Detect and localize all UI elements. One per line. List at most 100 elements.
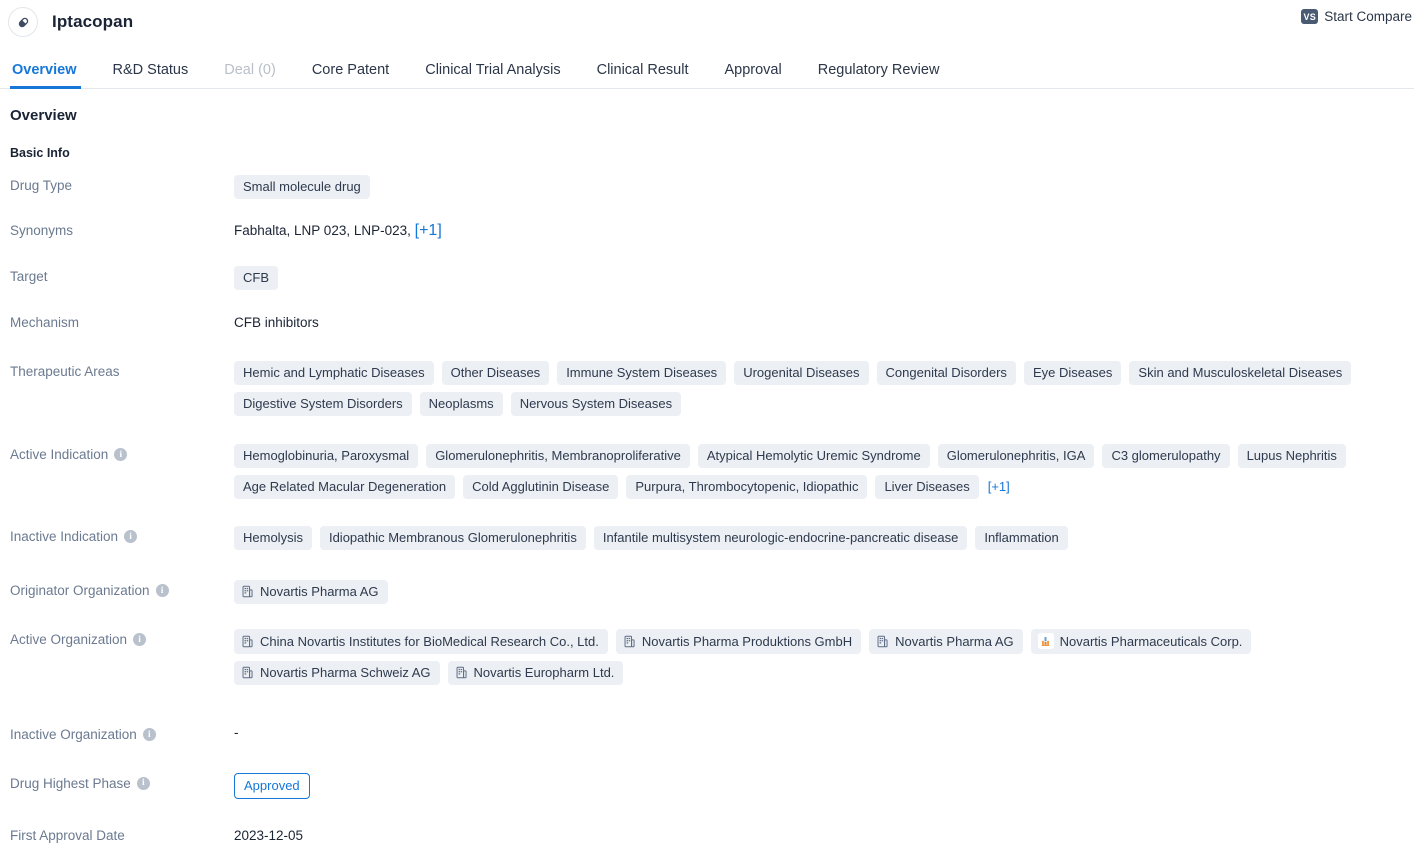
tag-item[interactable]: Infantile multisystem neurologic-endocri…: [593, 526, 968, 550]
value-drug-type: Small molecule drug: [234, 174, 1406, 199]
building-icon: [876, 635, 889, 648]
building-icon: [241, 585, 254, 598]
organization-chip[interactable]: Novartis Pharmaceuticals Corp.: [1030, 629, 1252, 654]
value-therapeutic-areas: Hemic and Lymphatic Diseases Other Disea…: [234, 360, 1406, 416]
organization-chip[interactable]: Novartis Europharm Ltd.: [447, 661, 624, 685]
label-inactive-organization: Inactive Organization i: [10, 723, 234, 744]
tag-item[interactable]: Other Diseases: [441, 361, 550, 385]
active-organization-list: China Novartis Institutes for BioMedical…: [234, 629, 1406, 685]
tag-item[interactable]: Hemolysis: [234, 526, 312, 550]
field-row-synonyms: Synonyms Fabhalta, LNP 023, LNP-023, [+1…: [10, 219, 1406, 242]
tab-bar: Overview R&D Status Deal (0) Core Patent…: [0, 44, 1414, 89]
label-text: Target: [10, 269, 48, 284]
originator-organization-list: Novartis Pharma AG: [234, 580, 1406, 604]
organization-chip[interactable]: Novartis Pharma Schweiz AG: [234, 661, 440, 685]
tag-item[interactable]: CFB: [234, 266, 278, 290]
value-first-approval-date: 2023-12-05: [234, 824, 1406, 847]
info-icon[interactable]: i: [133, 633, 147, 647]
therapeutic-areas-tag-list: Hemic and Lymphatic Diseases Other Disea…: [234, 361, 1406, 416]
field-row-therapeutic-areas: Therapeutic Areas Hemic and Lymphatic Di…: [10, 360, 1406, 416]
tag-item[interactable]: Hemic and Lymphatic Diseases: [234, 361, 434, 385]
status-badge[interactable]: Approved: [234, 772, 310, 799]
organization-chip[interactable]: China Novartis Institutes for BioMedical…: [234, 629, 608, 654]
tag-item[interactable]: Purpura, Thrombocytopenic, Idiopathic: [626, 475, 868, 499]
tag-item[interactable]: Small molecule drug: [234, 175, 370, 199]
label-text: Originator Organization: [10, 583, 150, 598]
label-text: Drug Highest Phase: [10, 775, 131, 791]
label-drug-type: Drug Type: [10, 174, 234, 195]
value-active-organization: China Novartis Institutes for BioMedical…: [234, 628, 1406, 685]
organization-chip[interactable]: Novartis Pharma AG: [869, 629, 1023, 654]
tab-clinical-trial-analysis[interactable]: Clinical Trial Analysis: [407, 62, 578, 89]
tag-item[interactable]: Nervous System Diseases: [510, 392, 682, 416]
target-tag-list: CFB: [234, 266, 1406, 290]
label-originator-organization: Originator Organization i: [10, 579, 234, 600]
tag-item[interactable]: Idiopathic Membranous Glomerulonephritis: [319, 526, 586, 550]
value-drug-highest-phase: Approved: [234, 772, 1406, 799]
organization-chip[interactable]: Novartis Pharma Produktions GmbH: [615, 629, 862, 654]
page-title: Iptacopan: [52, 12, 134, 31]
field-row-active-indication: Active Indication i Hemoglobinuria, Paro…: [10, 443, 1406, 499]
tag-item[interactable]: Lupus Nephritis: [1237, 444, 1346, 468]
info-icon[interactable]: i: [142, 728, 156, 742]
tag-item[interactable]: C3 glomerulopathy: [1102, 444, 1230, 468]
tab-core-patent[interactable]: Core Patent: [294, 62, 407, 89]
info-icon[interactable]: i: [155, 584, 169, 598]
building-icon: [455, 666, 468, 679]
label-inactive-indication: Inactive Indication i: [10, 525, 234, 546]
tag-item[interactable]: Neoplasms: [419, 392, 503, 416]
vs-icon: VS: [1301, 9, 1319, 24]
tag-item[interactable]: Inflammation: [975, 526, 1068, 550]
info-icon[interactable]: i: [114, 448, 128, 462]
label-text: Inactive Indication: [10, 529, 119, 544]
tag-item[interactable]: Immune System Diseases: [557, 361, 727, 385]
tab-rd-status[interactable]: R&D Status: [95, 62, 207, 89]
synonyms-text: Fabhalta, LNP 023, LNP-023,: [234, 223, 415, 238]
label-text: Synonyms: [10, 223, 74, 238]
info-icon[interactable]: i: [136, 776, 150, 790]
organization-name: Novartis Pharma Produktions GmbH: [641, 633, 853, 649]
basic-info-subtitle: Basic Info: [10, 146, 70, 160]
info-icon[interactable]: i: [124, 530, 138, 544]
tag-item[interactable]: Glomerulonephritis, Membranoproliferativ…: [426, 444, 690, 468]
tag-item[interactable]: Glomerulonephritis, IGA: [937, 444, 1095, 468]
active-indication-more-link[interactable]: [+1]: [987, 476, 1010, 498]
label-active-indication: Active Indication i: [10, 443, 234, 464]
overview-content: Overview Basic Info Drug Type Small mole…: [0, 89, 1414, 847]
inactive-organization-value: -: [234, 725, 239, 740]
tag-item[interactable]: Digestive System Disorders: [234, 392, 412, 416]
label-text: First Approval Date: [10, 827, 125, 843]
tag-item[interactable]: Congenital Disorders: [876, 361, 1016, 385]
tag-item[interactable]: Liver Diseases: [875, 475, 979, 499]
field-row-target: Target CFB: [10, 265, 1406, 290]
tag-item[interactable]: Skin and Musculoskeletal Diseases: [1129, 361, 1352, 385]
tag-item[interactable]: Cold Agglutinin Disease: [463, 475, 619, 499]
tab-regulatory-review[interactable]: Regulatory Review: [800, 62, 958, 89]
tag-item[interactable]: Eye Diseases: [1023, 361, 1122, 385]
organization-name: Novartis Pharma Schweiz AG: [260, 665, 431, 680]
field-row-inactive-indication: Inactive Indication i Hemolysis Idiopath…: [10, 525, 1406, 550]
field-row-drug-highest-phase: Drug Highest Phase i Approved: [10, 772, 1406, 799]
tag-item[interactable]: Urogenital Diseases: [734, 361, 869, 385]
organization-chip[interactable]: Novartis Pharma AG: [234, 580, 388, 604]
tab-clinical-result[interactable]: Clinical Result: [579, 62, 707, 89]
tag-item[interactable]: Hemoglobinuria, Paroxysmal: [234, 444, 419, 468]
organization-name: Novartis Pharma AG: [260, 584, 379, 599]
mechanism-text: CFB inhibitors: [234, 315, 319, 330]
first-approval-date-value: 2023-12-05: [234, 827, 304, 843]
start-compare-button[interactable]: VS Start Compare: [1301, 9, 1412, 24]
tag-item[interactable]: Age Related Macular Degeneration: [234, 475, 456, 499]
label-text: Active Organization: [10, 632, 128, 647]
synonyms-more-link[interactable]: [+1]: [415, 222, 442, 239]
tag-item[interactable]: Atypical Hemolytic Uremic Syndrome: [697, 444, 930, 468]
value-inactive-organization: -: [234, 723, 1406, 742]
tab-deal: Deal (0): [224, 61, 276, 78]
value-originator-organization: Novartis Pharma AG: [234, 579, 1406, 604]
tab-overview[interactable]: Overview: [8, 62, 95, 89]
building-icon: [623, 635, 636, 648]
field-row-active-organization: Active Organization i China Novartis Ins…: [10, 628, 1406, 685]
organization-name: China Novartis Institutes for BioMedical…: [260, 633, 599, 649]
organization-name: Novartis Pharmaceuticals Corp.: [1059, 633, 1243, 649]
label-drug-highest-phase: Drug Highest Phase i: [10, 772, 234, 793]
tab-approval[interactable]: Approval: [706, 62, 799, 89]
